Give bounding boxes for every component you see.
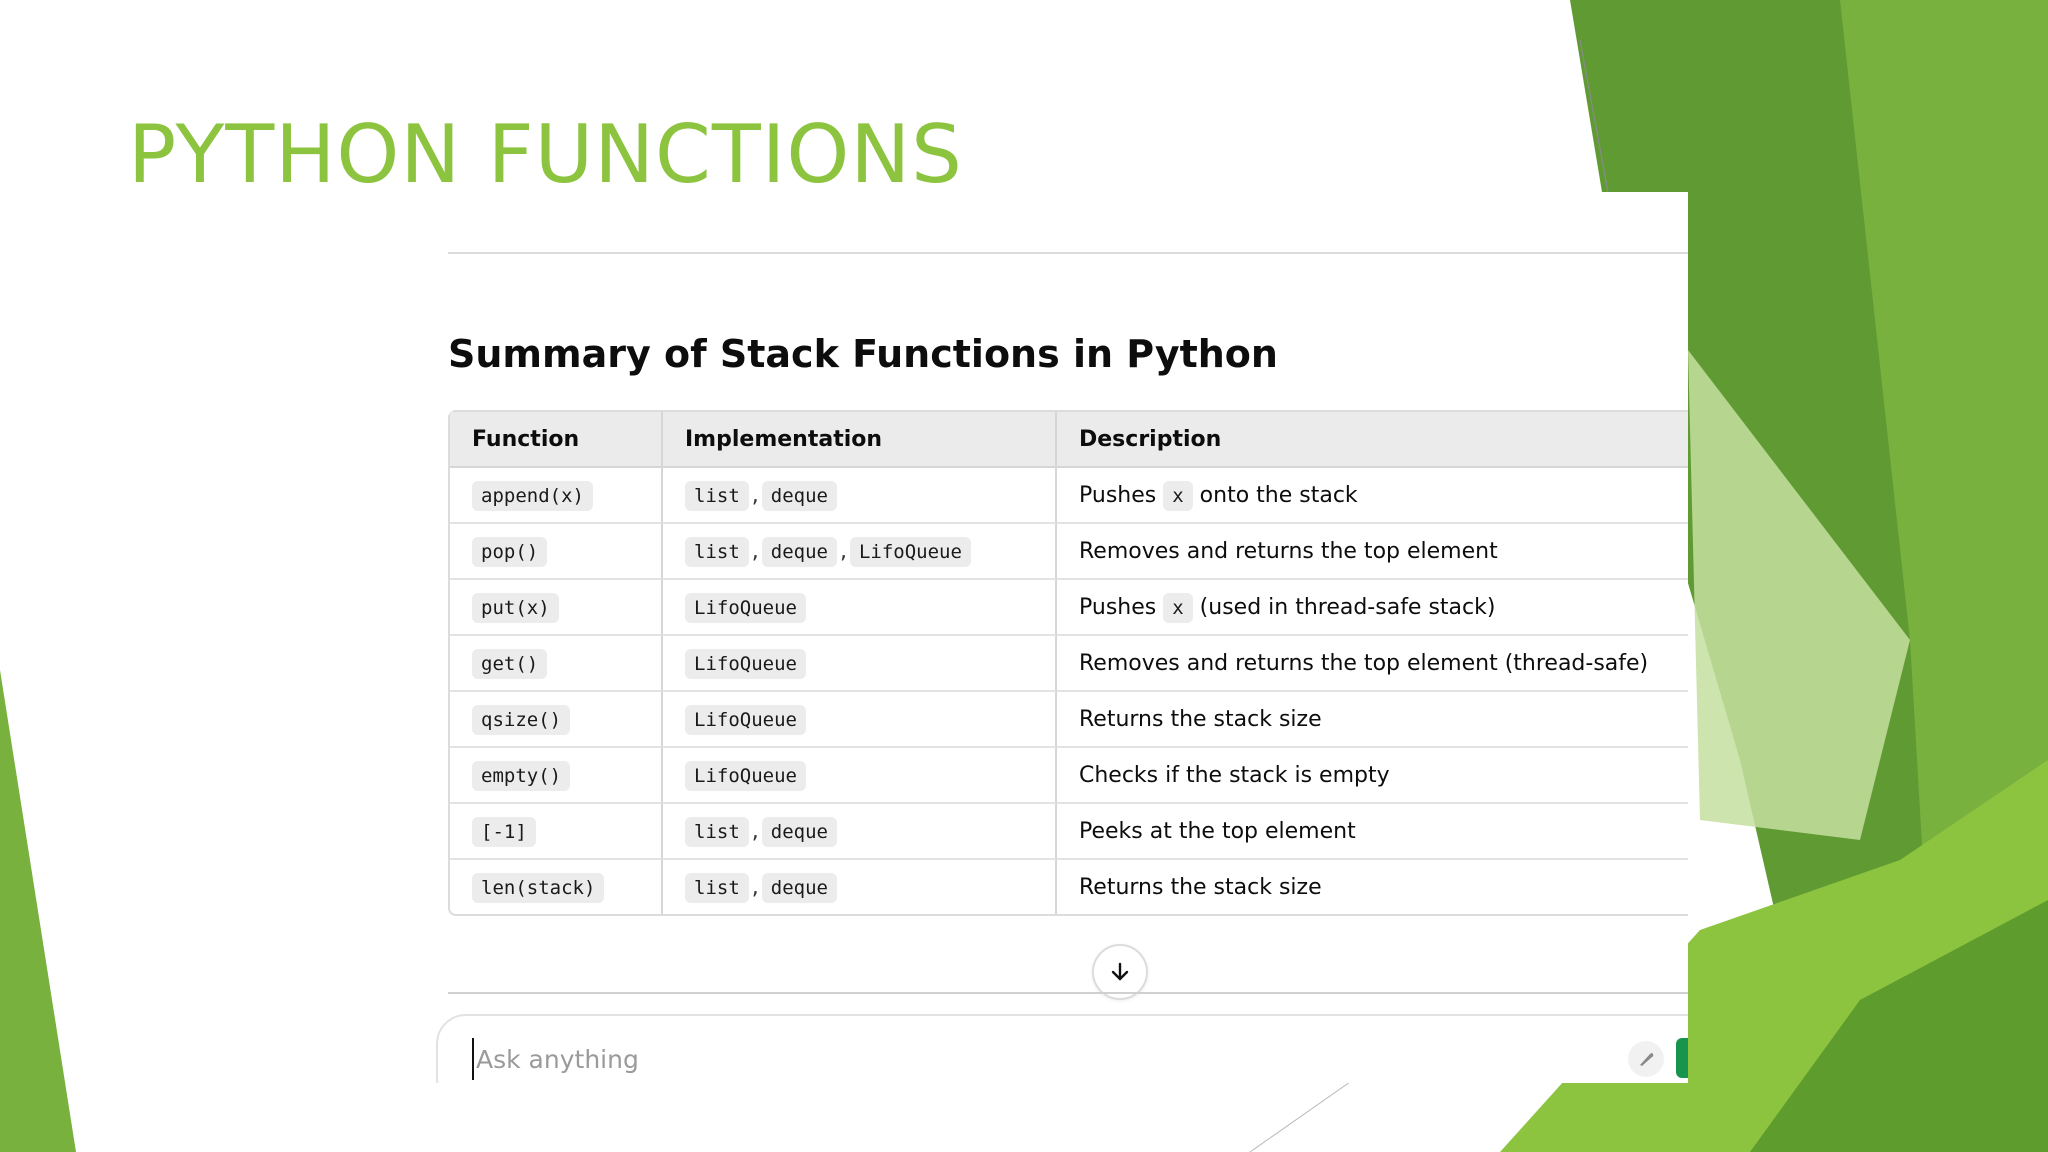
description-text: Removes and returns the top element (thr… [1079,650,1649,676]
description-cell: Returns the stack size [1057,860,1688,914]
table-body: append(x) list, deque Pushes x onto the sta… [450,468,1688,914]
ask-input[interactable] [472,1038,1378,1080]
implementation-cell: LifoQueue [663,692,1057,748]
table-row: len(stack) list, deque Returns the stack si… [450,860,1688,914]
description-cell: Removes and returns the top element (thr… [1057,636,1688,692]
implementation-cell: LifoQueue [663,580,1057,636]
description-text: Removes and returns the top element [1079,538,1498,564]
function-cell: get() [450,636,663,692]
description-text: Pushes [1079,482,1164,508]
arrow-down-icon [1111,962,1129,981]
description-text: Returns the stack size [1079,874,1322,900]
function-cell: append(x) [450,468,663,524]
implementation-code: list [685,536,749,567]
description-text: (used in thread-safe stack) [1192,594,1496,620]
implementation-code: list [685,480,749,511]
implementation-code: LifoQueue [685,648,806,679]
description-cell: Peeks at the top element [1057,804,1688,860]
description-cell: Pushes x (used in thread-safe stack) [1057,580,1688,636]
composer [436,1014,1688,1083]
separator: , [751,874,759,900]
mic-button[interactable] [1628,1041,1664,1077]
implementation-code: list [685,872,749,903]
implementation-cell: LifoQueue [663,636,1057,692]
implementation-code: deque [761,872,837,903]
table-row: get() LifoQueue Removes and returns the to… [450,636,1688,692]
table-row: empty() LifoQueue Checks if the stack is e… [450,748,1688,804]
function-cell: len(stack) [450,860,663,914]
description-text: Returns the stack size [1079,706,1322,732]
bg-line [1249,1081,1351,1152]
chat-screenshot: Summary of Stack Functions in Python Fun… [434,192,1688,1083]
microphone-icon [1640,1053,1654,1066]
function-cell: empty() [450,748,663,804]
function-code: append(x) [472,480,593,511]
description-code: x [1163,592,1193,623]
table-row: pop() list, deque, LifoQueue Removes and ret… [450,524,1688,580]
description-text: onto the stack [1192,482,1358,508]
implementation-cell: list, deque, LifoQueue [663,524,1057,580]
description-cell: Checks if the stack is empty [1057,748,1688,804]
separator: , [751,482,759,508]
table-row: put(x) LifoQueue Pushes x (used in thread-… [450,580,1688,636]
table-row: append(x) list, deque Pushes x onto the sta… [450,468,1688,524]
send-button[interactable] [1676,1038,1688,1078]
description-text: Pushes [1079,594,1164,620]
implementation-code: deque [761,480,837,511]
description-cell: Pushes x onto the stack [1057,468,1688,524]
function-cell: [-1] [450,804,663,860]
separator: , [839,538,847,564]
implementation-code: LifoQueue [685,592,806,623]
implementation-code: LifoQueue [849,536,971,567]
description-cell: Returns the stack size [1057,692,1688,748]
implementation-cell: list, deque [663,468,1057,524]
function-cell: put(x) [450,580,663,636]
bg-shape-left [0,670,76,1152]
function-cell: qsize() [450,692,663,748]
function-code: len(stack) [472,872,605,903]
description-text: Peeks at the top element [1079,818,1356,844]
function-code: [-1] [472,816,536,847]
implementation-code: LifoQueue [685,704,806,735]
column-header: Function [450,412,663,468]
implementation-cell: LifoQueue [663,748,1057,804]
implementation-code: deque [761,816,837,847]
function-code: empty() [472,760,571,791]
table-header-row: Function Implementation Description [450,412,1688,468]
separator: , [751,538,759,564]
separator: , [751,818,759,844]
functions-table: Function Implementation Description appe… [448,410,1688,916]
description-cell: Removes and returns the top element [1057,524,1688,580]
function-code: qsize() [472,704,571,735]
slide-title: PYTHON FUNCTIONS [128,108,963,201]
column-header: Implementation [663,412,1057,468]
description-text: Checks if the stack is empty [1079,762,1390,788]
summary-heading: Summary of Stack Functions in Python [448,332,1278,376]
table-row: qsize() LifoQueue Returns the stack size [450,692,1688,748]
implementation-code: list [685,816,749,847]
implementation-cell: list, deque [663,860,1057,914]
function-cell: pop() [450,524,663,580]
column-header: Description [1057,412,1688,468]
description-code: x [1163,480,1193,511]
function-code: get() [472,648,548,679]
table-row: [-1] list, deque Peeks at the top element [450,804,1688,860]
function-code: put(x) [472,592,559,623]
implementation-code: deque [761,536,837,567]
function-code: pop() [472,536,548,567]
implementation-cell: list, deque [663,804,1057,860]
divider [448,992,1688,994]
implementation-code: LifoQueue [685,760,806,791]
divider [448,252,1688,254]
